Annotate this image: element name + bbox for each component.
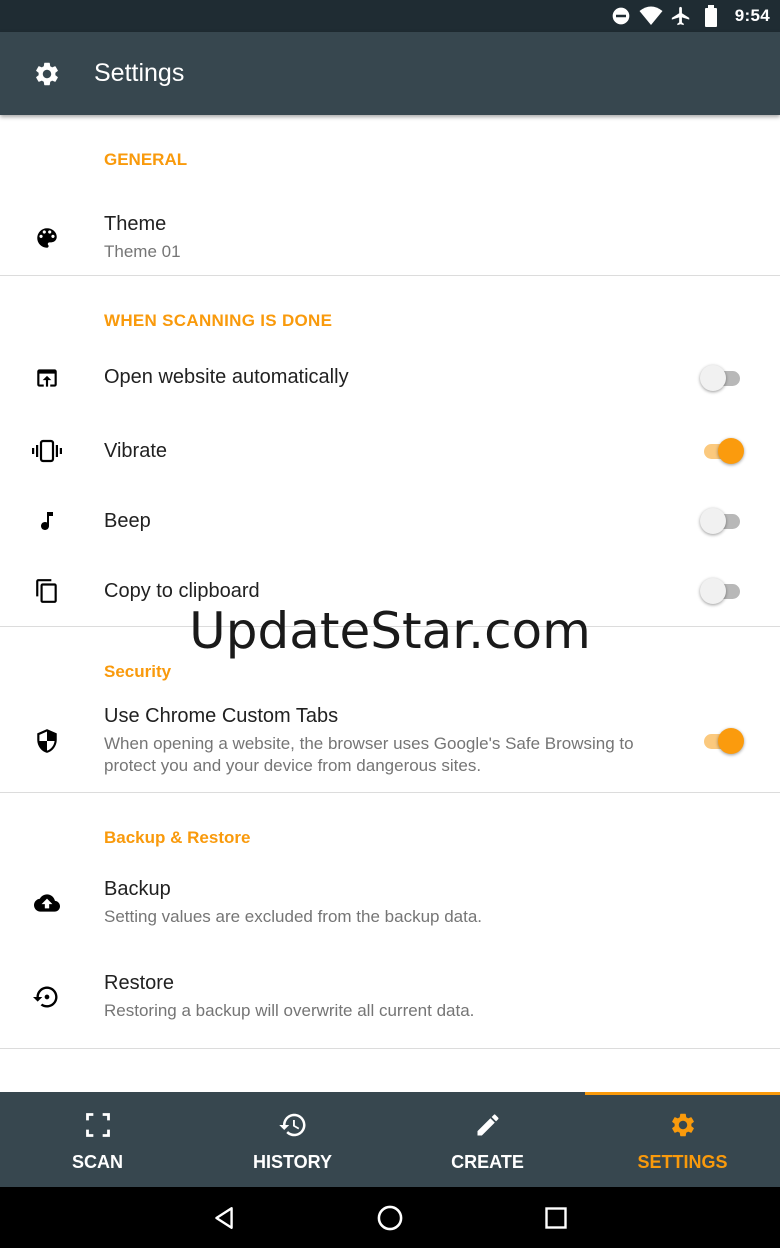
- setting-beep-texts: Beep: [94, 510, 684, 533]
- copy-clipboard-toggle-wrap: [684, 577, 780, 605]
- setting-chrome-tabs-title: Use Chrome Custom Tabs: [104, 705, 339, 727]
- shield-icon: [0, 727, 94, 755]
- restore-icon: [0, 983, 94, 1011]
- nav-settings[interactable]: SETTINGS: [585, 1092, 780, 1187]
- section-header-general: GENERAL: [104, 149, 188, 169]
- nav-scan-label: SCAN: [71, 1152, 123, 1172]
- vibrate-icon: [0, 438, 94, 464]
- status-bar: 9:54: [0, 0, 780, 32]
- setting-vibrate[interactable]: Vibrate: [0, 416, 780, 486]
- setting-copy-clipboard[interactable]: Copy to clipboard: [0, 556, 780, 626]
- setting-restore-description: Restoring a backup will overwrite all cu…: [104, 1001, 475, 1020]
- battery-icon: [697, 0, 725, 32]
- back-icon[interactable]: [141, 1205, 307, 1231]
- setting-open-website-texts: Open website automatically: [94, 366, 684, 389]
- nav-scan[interactable]: SCAN: [0, 1092, 195, 1187]
- recents-icon[interactable]: [473, 1206, 639, 1230]
- setting-copy-clipboard-texts: Copy to clipboard: [94, 580, 684, 603]
- cloud-upload-icon: [0, 890, 94, 916]
- setting-vibrate-title: Vibrate: [104, 439, 168, 462]
- scan-icon: [84, 1106, 112, 1144]
- chrome-tabs-toggle[interactable]: [700, 727, 744, 755]
- setting-restore-texts: Restore Restoring a backup will overwrit…: [94, 972, 780, 1022]
- setting-restore[interactable]: Restore Restoring a backup will overwrit…: [0, 956, 780, 1048]
- history-icon: [278, 1106, 308, 1144]
- section-backup: Backup & Restore Backup Setting values a…: [0, 793, 780, 1049]
- section-scanning: WHEN SCANNING IS DONE Open website autom…: [0, 276, 780, 627]
- settings-list[interactable]: GENERAL Theme Theme 01 WHEN SCANNING IS …: [0, 115, 780, 1092]
- page-title: Settings: [94, 59, 185, 87]
- section-security: Security Use Chrome Custom Tabs When ope…: [0, 627, 780, 793]
- setting-theme[interactable]: Theme Theme 01: [0, 200, 780, 275]
- setting-open-website[interactable]: Open website automatically: [0, 347, 780, 408]
- do-not-disturb-icon: [607, 0, 635, 32]
- setting-copy-clipboard-title: Copy to clipboard: [104, 579, 260, 602]
- open-website-toggle-wrap: [684, 364, 780, 392]
- setting-open-website-title: Open website automatically: [104, 366, 349, 388]
- setting-chrome-tabs-description: When opening a website, the browser uses…: [104, 734, 634, 775]
- setting-backup-title: Backup: [104, 878, 171, 900]
- pencil-icon: [474, 1106, 502, 1144]
- app-bar: Settings: [0, 32, 780, 115]
- nav-create[interactable]: CREATE: [390, 1092, 585, 1187]
- gear-icon: [669, 1106, 697, 1144]
- system-navigation: [0, 1187, 780, 1248]
- nav-history[interactable]: HISTORY: [195, 1092, 390, 1187]
- setting-theme-value: Theme 01: [104, 241, 181, 261]
- home-icon[interactable]: [307, 1204, 473, 1232]
- chrome-tabs-toggle-wrap: [684, 727, 780, 755]
- nav-create-label: CREATE: [451, 1152, 524, 1172]
- wifi-icon: [637, 0, 665, 32]
- open-in-browser-icon: [0, 365, 94, 391]
- beep-toggle-wrap: [684, 507, 780, 535]
- section-general: GENERAL Theme Theme 01: [0, 115, 780, 276]
- copy-clipboard-toggle[interactable]: [700, 577, 744, 605]
- setting-backup[interactable]: Backup Setting values are excluded from …: [0, 862, 780, 944]
- status-time: 9:54: [734, 6, 770, 25]
- setting-beep[interactable]: Beep: [0, 486, 780, 556]
- nav-settings-label: SETTINGS: [637, 1152, 728, 1172]
- open-website-toggle[interactable]: [700, 364, 744, 392]
- gear-icon[interactable]: [0, 60, 94, 88]
- setting-beep-title: Beep: [104, 509, 151, 532]
- bottom-navigation: SCAN HISTORY CREATE SETTINGS: [0, 1092, 780, 1187]
- setting-theme-title: Theme: [104, 212, 167, 235]
- nav-history-label: HISTORY: [252, 1152, 332, 1172]
- vibrate-toggle-wrap: [684, 437, 780, 465]
- setting-backup-texts: Backup Setting values are excluded from …: [94, 878, 780, 928]
- setting-chrome-tabs-texts: Use Chrome Custom Tabs When opening a we…: [94, 705, 684, 777]
- setting-chrome-tabs[interactable]: Use Chrome Custom Tabs When opening a we…: [0, 696, 780, 792]
- airplane-icon: [667, 0, 695, 32]
- music-note-icon: [0, 508, 94, 534]
- setting-vibrate-texts: Vibrate: [94, 440, 684, 463]
- setting-backup-description: Setting values are excluded from the bac…: [104, 907, 483, 926]
- setting-restore-title: Restore: [104, 972, 175, 994]
- vibrate-toggle[interactable]: [700, 437, 744, 465]
- setting-theme-texts: Theme Theme 01: [94, 213, 780, 263]
- copy-icon: [0, 577, 94, 605]
- palette-icon: [0, 225, 94, 251]
- beep-toggle[interactable]: [700, 507, 744, 535]
